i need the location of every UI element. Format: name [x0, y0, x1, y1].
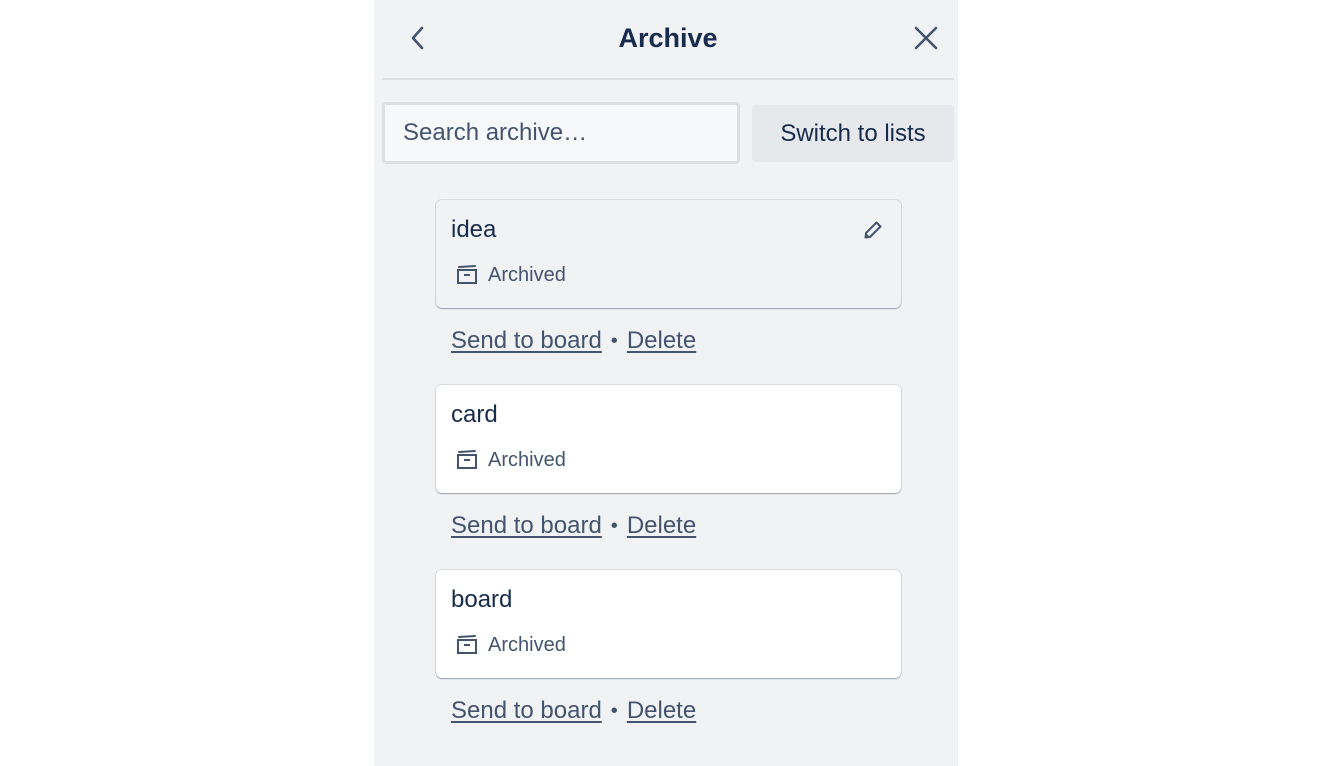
- archive-box-icon: [457, 450, 477, 469]
- send-to-board-link[interactable]: Send to board: [451, 326, 602, 356]
- badge-label: Archived: [488, 449, 566, 471]
- archived-item: card Archived Send to board • Delete: [436, 385, 901, 541]
- archived-item: idea Archived Send to board • Delete: [436, 200, 901, 356]
- close-button[interactable]: [906, 20, 946, 56]
- archived-badge: Archived: [456, 632, 566, 658]
- archived-card[interactable]: board Archived: [436, 570, 901, 678]
- panel-title: Archive: [618, 23, 718, 53]
- item-actions: Send to board • Delete: [436, 511, 901, 541]
- delete-link[interactable]: Delete: [627, 511, 696, 541]
- close-icon: [914, 26, 938, 50]
- badge-label: Archived: [488, 264, 566, 286]
- switch-to-lists-button[interactable]: Switch to lists: [752, 105, 954, 162]
- search-archive-input[interactable]: [382, 102, 740, 164]
- card-title: idea: [451, 216, 497, 243]
- archived-card[interactable]: idea Archived: [436, 200, 901, 308]
- panel-header: Archive: [382, 0, 954, 80]
- send-to-board-link[interactable]: Send to board: [451, 696, 602, 726]
- archive-panel: Archive Switch to lists idea: [374, 0, 958, 766]
- item-actions: Send to board • Delete: [436, 696, 901, 726]
- delete-link[interactable]: Delete: [627, 326, 696, 356]
- archived-badge: Archived: [456, 447, 566, 473]
- archived-card[interactable]: card Archived: [436, 385, 901, 493]
- send-to-board-link[interactable]: Send to board: [451, 511, 602, 541]
- archive-box-icon: [457, 635, 477, 654]
- badge-label: Archived: [488, 634, 566, 656]
- archived-badge: Archived: [456, 262, 566, 288]
- delete-link[interactable]: Delete: [627, 696, 696, 726]
- item-actions: Send to board • Delete: [436, 326, 901, 356]
- edit-card-button[interactable]: [861, 218, 885, 242]
- archive-box-icon: [457, 265, 477, 284]
- separator: •: [610, 515, 618, 537]
- archived-item: board Archived Send to board • Delete: [436, 570, 901, 726]
- card-title: board: [451, 586, 513, 613]
- pencil-icon: [864, 221, 882, 239]
- separator: •: [610, 330, 618, 352]
- card-title: card: [451, 401, 498, 428]
- separator: •: [610, 700, 618, 722]
